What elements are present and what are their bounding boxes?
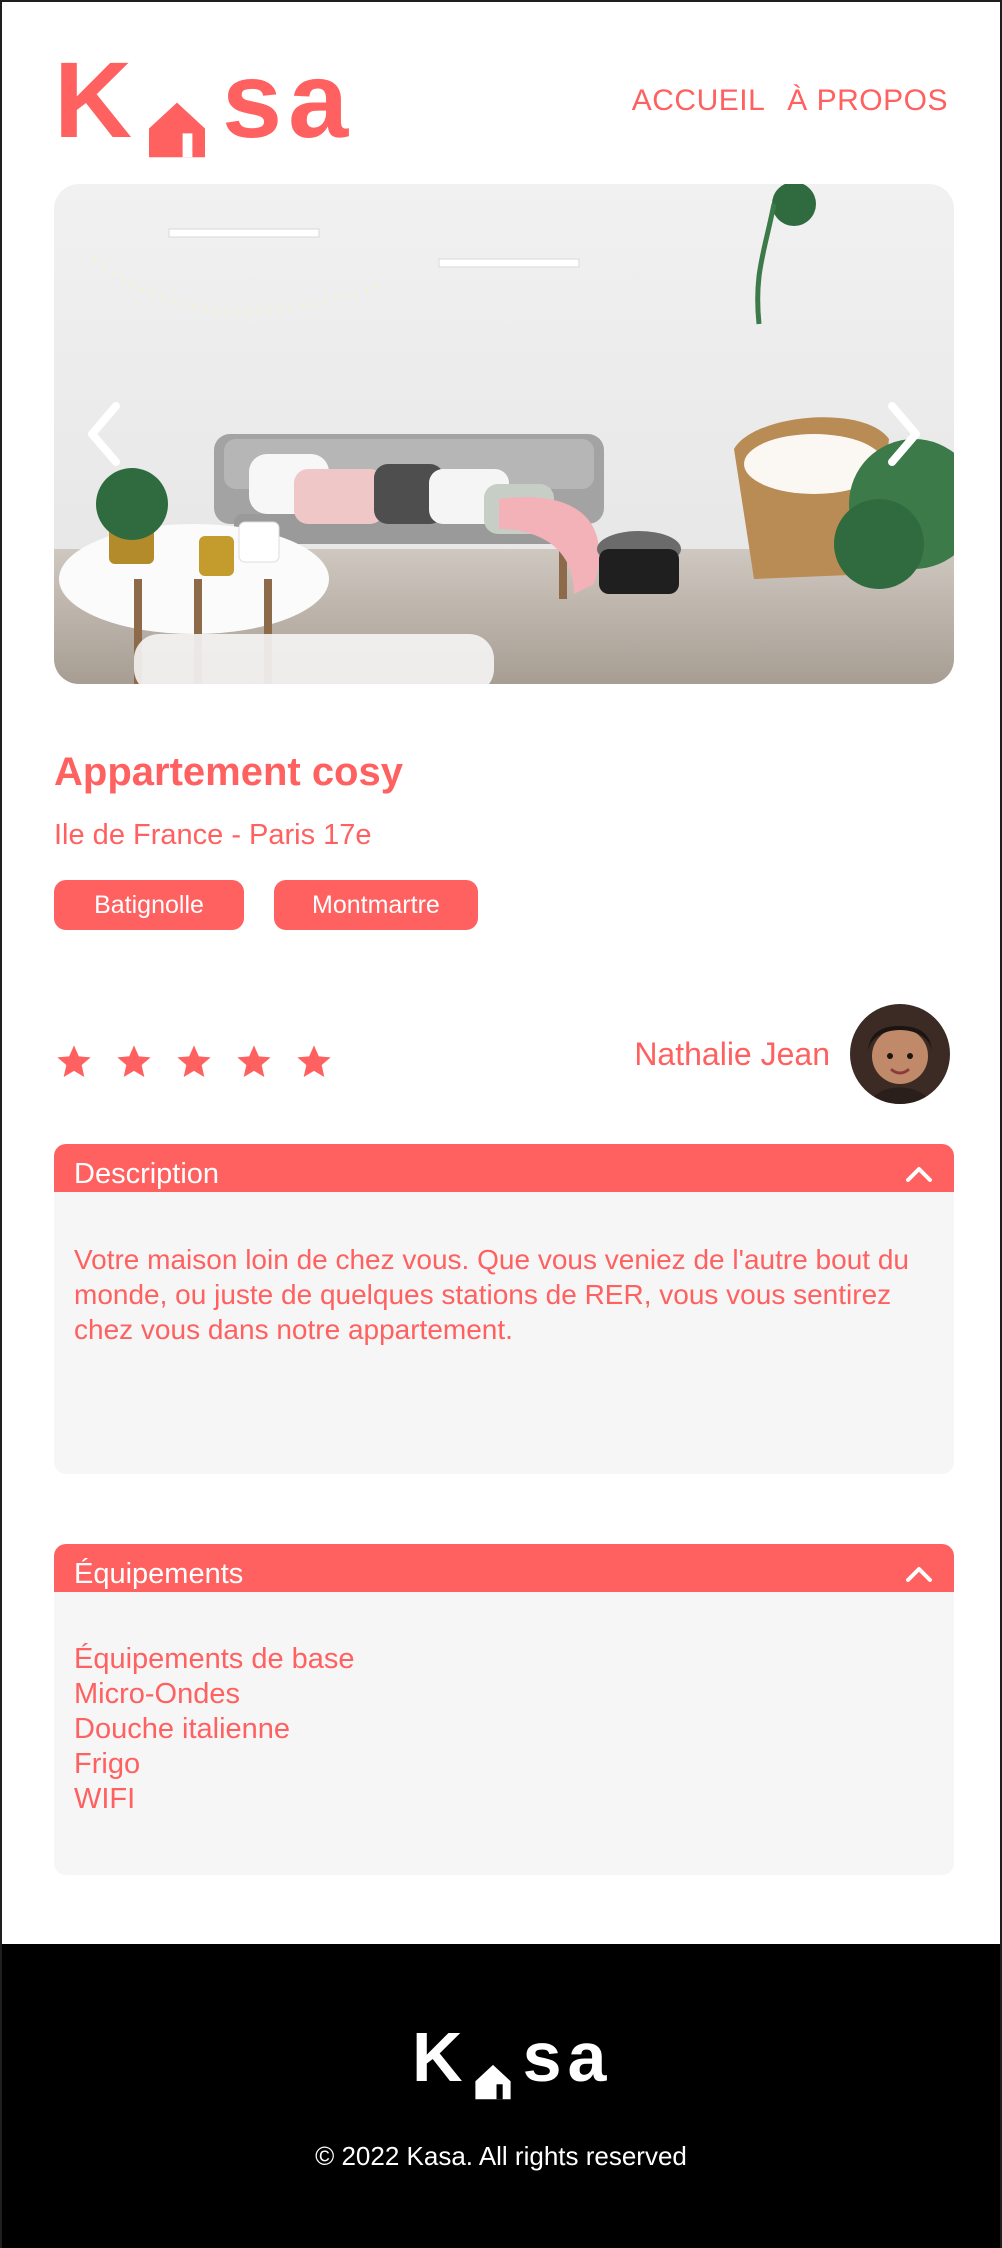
rating: [54, 1042, 334, 1082]
logo-letter-s: s: [222, 39, 283, 160]
star-icon: [57, 1045, 91, 1077]
description-body: Votre maison loin de chez vous. Que vous…: [54, 1192, 954, 1474]
nav-about[interactable]: À PROPOS: [787, 84, 948, 118]
footer: K s a © 2022 Kasa. All rights reserved: [2, 1944, 1000, 2248]
description-collapse: Description Votre maison loin de chez vo…: [54, 1144, 954, 1474]
equipments-list: Équipements de base Micro-Ondes Douche i…: [74, 1642, 934, 1817]
copyright: © 2022 Kasa. All rights reserved: [315, 2141, 687, 2171]
star-icon: [237, 1045, 271, 1077]
apartment-photo: [54, 184, 954, 684]
star-icon: [297, 1045, 331, 1077]
footer-logo-letter-a: a: [567, 2018, 607, 2096]
house-icon: [471, 2042, 515, 2100]
nav-home[interactable]: ACCUEIL: [632, 84, 766, 118]
house-icon: [142, 69, 212, 158]
description-text: Votre maison loin de chez vous. Que vous…: [74, 1244, 909, 1345]
footer-logo-letter-s: s: [522, 2018, 562, 2096]
chevron-up-icon[interactable]: [904, 1564, 934, 1584]
logo[interactable]: K s a: [54, 39, 349, 160]
tag: Montmartre: [274, 880, 478, 930]
list-item: Équipements de base: [74, 1643, 355, 1675]
tag: Batignolle: [54, 880, 244, 930]
host: Nathalie Jean: [634, 1004, 950, 1104]
footer-logo-letter-k: K: [412, 2018, 463, 2096]
chevron-up-icon[interactable]: [904, 1164, 934, 1184]
equipments-collapse: Équipements Équipements de base Micro-On…: [54, 1544, 954, 1875]
footer-logo[interactable]: K s a: [412, 2018, 607, 2100]
listing-title: Appartement cosy: [54, 750, 403, 794]
listing-location: Ile de France - Paris 17e: [54, 819, 372, 851]
chevron-left-icon[interactable]: [82, 400, 124, 468]
photo-slideshow: [54, 184, 954, 684]
list-item: WIFI: [74, 1783, 136, 1815]
list-item: Micro-Ondes: [74, 1678, 240, 1710]
list-item: Douche italienne: [74, 1713, 291, 1745]
main-nav: ACCUEIL À PROPOS: [632, 84, 948, 118]
equipments-body: Équipements de base Micro-Ondes Douche i…: [54, 1592, 954, 1875]
header: K s a ACCUEIL À PROPOS: [54, 39, 948, 160]
equipments-title: Équipements: [74, 1557, 244, 1590]
list-item: Frigo: [74, 1748, 141, 1780]
logo-letter-a: a: [288, 39, 349, 160]
star-icon: [177, 1045, 211, 1077]
description-title: Description: [74, 1157, 220, 1190]
logo-letter-k: K: [54, 39, 132, 160]
chevron-right-icon[interactable]: [884, 400, 926, 468]
tags: Batignolle Montmartre: [54, 880, 478, 930]
star-icon: [117, 1045, 151, 1077]
avatar: [850, 1004, 950, 1104]
page: K s a ACCUEIL À PROPOS Appartement cosy …: [0, 0, 1002, 2248]
host-name: Nathalie Jean: [634, 1035, 830, 1072]
